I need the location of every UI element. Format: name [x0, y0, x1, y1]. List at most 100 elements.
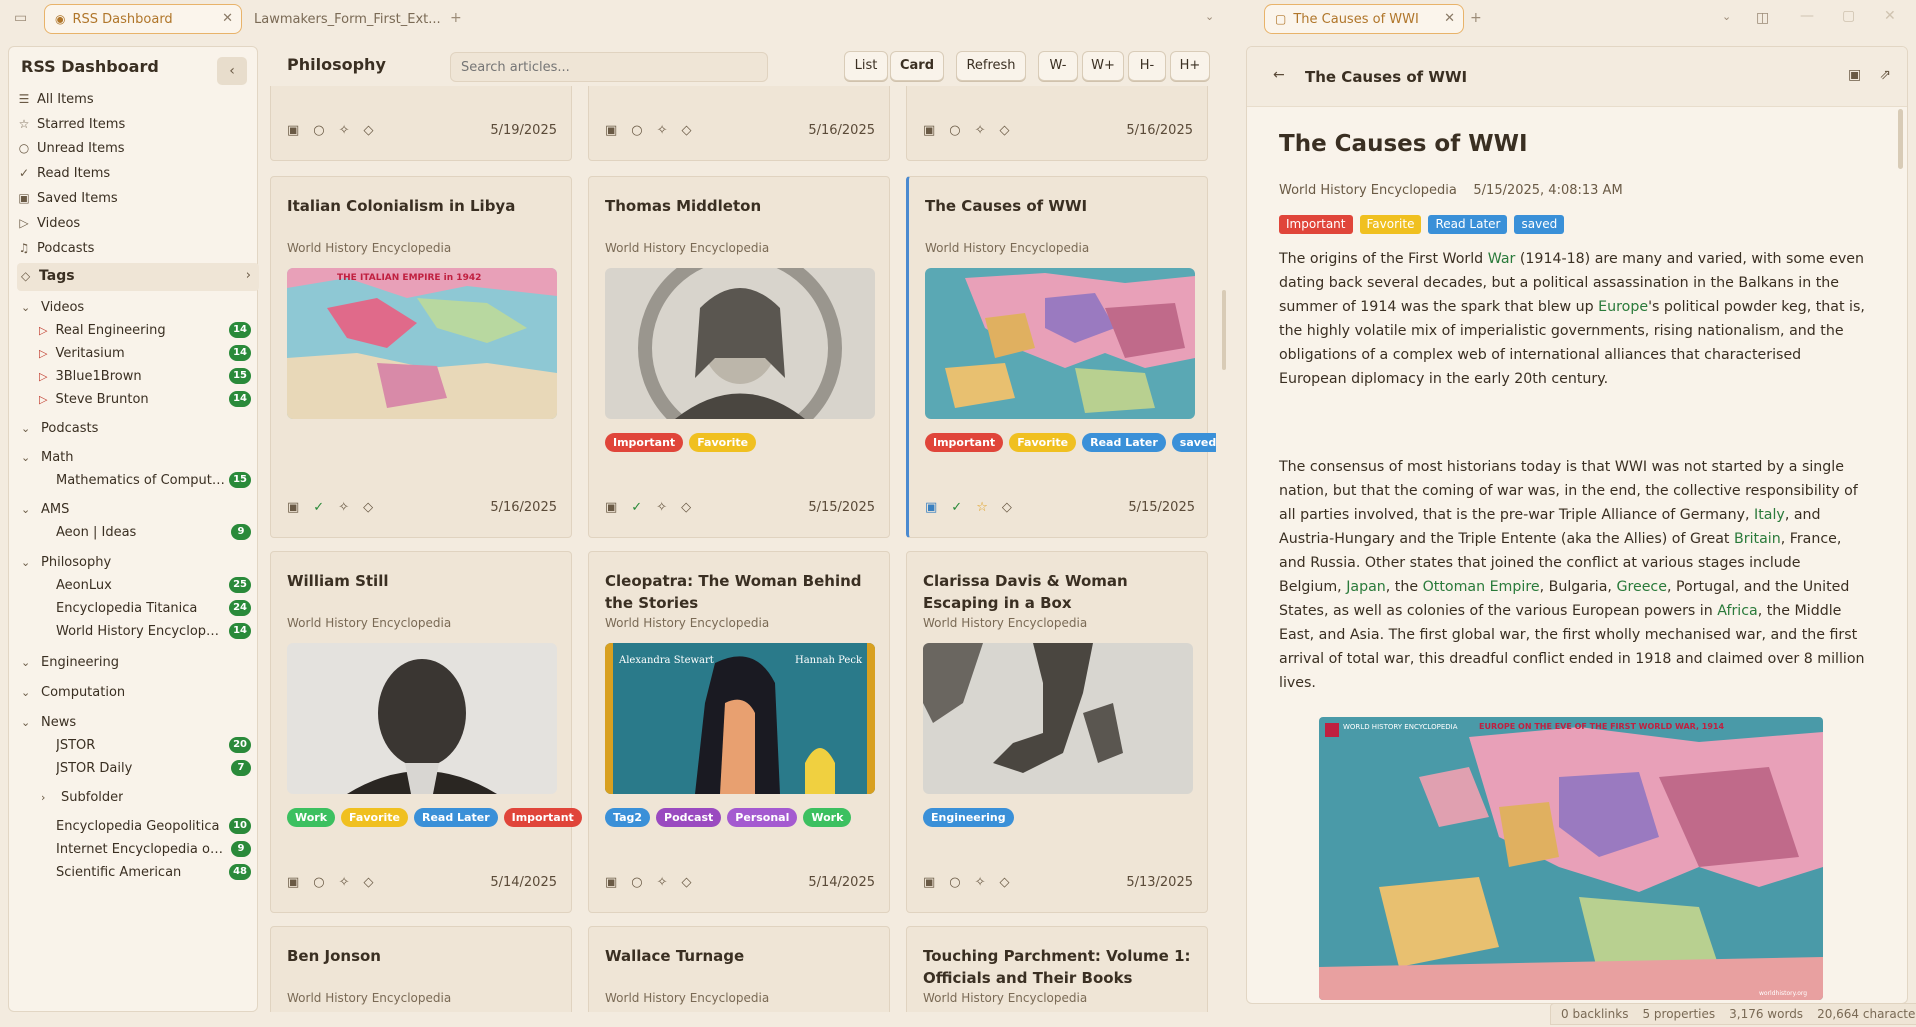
tab-lawmakers-form[interactable]: Lawmakers_Form_First_Ext... — [244, 4, 440, 34]
link-greece[interactable]: Greece — [1616, 579, 1667, 595]
chevron-down-icon[interactable]: ⌄ — [1722, 10, 1731, 23]
width-increase-button[interactable]: W+ — [1082, 51, 1124, 81]
new-tab-icon[interactable]: + — [450, 10, 462, 26]
feed-veritasium[interactable]: ▷ Veritasium 14 — [39, 342, 257, 364]
folder-philosophy[interactable]: ⌄ Philosophy — [21, 551, 111, 573]
tag-engineering[interactable]: Engineering — [923, 808, 1014, 827]
backlinks-count[interactable]: 0 backlinks — [1561, 1007, 1628, 1021]
save-icon[interactable]: ▣ — [1848, 67, 1861, 83]
feed-scientific-american[interactable]: Scientific American 48 — [56, 861, 257, 883]
article-card-wallace-turnage[interactable]: Wallace Turnage World History Encycloped… — [588, 926, 890, 1012]
chevron-down-icon[interactable]: ⌄ — [1205, 10, 1214, 23]
star-icon[interactable]: ☆ — [976, 500, 988, 515]
feed-world-history-encyclopedia[interactable]: World History Encyclopedia 14 — [56, 620, 257, 642]
tag-icon[interactable]: ◇ — [363, 500, 373, 515]
star-icon[interactable]: ✧ — [339, 875, 350, 890]
article-card-cleopatra[interactable]: Cleopatra: The Woman Behind the Stories … — [588, 551, 890, 913]
sidebar-toggle-icon[interactable]: ▭ — [14, 10, 27, 26]
collapse-sidebar-button[interactable]: ‹ — [217, 57, 247, 85]
folder-computation[interactable]: ⌄ Computation — [21, 681, 125, 703]
star-icon[interactable]: ✧ — [657, 123, 668, 138]
tag-favorite[interactable]: Favorite — [341, 808, 408, 827]
tags-header[interactable]: ◇ Tags › — [17, 263, 259, 291]
new-tab-icon[interactable]: + — [1470, 10, 1482, 26]
article-card[interactable]: ▣ ○ ✧ ◇ 5/16/2025 — [906, 86, 1208, 161]
tab-causes-wwi[interactable]: ▢ The Causes of WWI ✕ — [1264, 4, 1464, 34]
article-card[interactable]: ▣ ○ ✧ ◇ 5/19/2025 — [270, 86, 572, 161]
close-window-icon[interactable]: ✕ — [1884, 8, 1896, 24]
tag-favorite[interactable]: Favorite — [1359, 215, 1422, 234]
tag-favorite[interactable]: Favorite — [1009, 433, 1077, 452]
tag-important[interactable]: Important — [503, 808, 582, 827]
scrollbar[interactable] — [1898, 109, 1903, 169]
article-card-william-still[interactable]: William Still World History Encyclopedia… — [270, 551, 582, 913]
close-icon[interactable]: ✕ — [1444, 11, 1455, 26]
tag-saved[interactable]: saved — [1171, 433, 1216, 452]
feed-encyclopedia-geopolitica[interactable]: Encyclopedia Geopolitica 10 — [56, 815, 257, 837]
save-icon[interactable]: ▣ — [923, 123, 935, 138]
folder-podcasts[interactable]: ⌄ Podcasts — [21, 417, 98, 439]
height-decrease-button[interactable]: H- — [1128, 51, 1166, 81]
tag-read-later[interactable]: Read Later — [1082, 433, 1166, 452]
minimize-icon[interactable]: — — [1800, 8, 1814, 24]
sidebar-item-saved[interactable]: ▣ Saved Items — [17, 187, 117, 209]
tag-icon[interactable]: ◇ — [682, 123, 692, 138]
link-japan[interactable]: Japan — [1346, 579, 1386, 595]
read-status-icon[interactable]: ○ — [631, 875, 642, 890]
sidebar-item-starred[interactable]: ☆ Starred Items — [17, 113, 126, 135]
tag-icon[interactable]: ◇ — [682, 875, 692, 890]
feed-math-computation[interactable]: Mathematics of Computa... 15 — [56, 469, 257, 491]
folder-subfolder[interactable]: › Subfolder — [41, 786, 123, 808]
tag-important[interactable]: Important — [605, 433, 684, 452]
close-icon[interactable]: ✕ — [222, 11, 233, 26]
feed-jstor-daily[interactable]: JSTOR Daily 7 — [56, 757, 257, 779]
feed-steve-brunton[interactable]: ▷ Steve Brunton 14 — [39, 388, 257, 410]
read-status-icon[interactable]: ○ — [313, 875, 324, 890]
save-icon[interactable]: ▣ — [287, 875, 299, 890]
folder-math[interactable]: ⌄ Math — [21, 446, 74, 468]
feed-jstor[interactable]: JSTOR 20 — [56, 734, 257, 756]
tag-podcast[interactable]: Podcast — [656, 808, 722, 827]
read-status-icon[interactable]: ○ — [313, 123, 324, 138]
tag-read-later[interactable]: Read Later — [1428, 215, 1508, 234]
save-icon[interactable]: ▣ — [605, 123, 617, 138]
tag-saved[interactable]: saved — [1514, 215, 1565, 234]
external-link-icon[interactable]: ⇗ — [1879, 67, 1891, 83]
back-arrow-icon[interactable]: ← — [1273, 67, 1285, 83]
sidebar-item-podcasts[interactable]: ♫ Podcasts — [17, 237, 95, 259]
save-icon[interactable]: ▣ — [925, 500, 937, 515]
tag-important[interactable]: Important — [925, 433, 1004, 452]
tag-icon[interactable]: ◇ — [364, 123, 374, 138]
link-africa[interactable]: Africa — [1717, 603, 1757, 619]
tag-icon[interactable]: ◇ — [364, 875, 374, 890]
search-input[interactable] — [450, 52, 768, 82]
tag-favorite[interactable]: Favorite — [689, 433, 757, 452]
link-britain[interactable]: Britain — [1734, 531, 1781, 547]
tag-icon[interactable]: ◇ — [1000, 123, 1010, 138]
save-icon[interactable]: ▣ — [605, 875, 617, 890]
card-view-button[interactable]: Card — [890, 51, 944, 81]
star-icon[interactable]: ✧ — [656, 500, 667, 515]
tag-personal[interactable]: Personal — [727, 808, 798, 827]
tag-icon[interactable]: ◇ — [1000, 875, 1010, 890]
sidebar-item-all[interactable]: ☰ All Items — [17, 88, 94, 110]
folder-videos[interactable]: ⌄ Videos — [21, 296, 84, 318]
check-circle-icon[interactable]: ✓ — [951, 500, 962, 515]
article-card-thomas-middleton[interactable]: Thomas Middleton World History Encyclope… — [588, 176, 890, 538]
tag-work[interactable]: Work — [803, 808, 852, 827]
split-view-icon[interactable]: ◫ — [1756, 10, 1769, 26]
tag-icon[interactable]: ◇ — [1002, 500, 1012, 515]
star-icon[interactable]: ✧ — [975, 123, 986, 138]
star-icon[interactable]: ✧ — [657, 875, 668, 890]
article-card-italian-colonialism[interactable]: Italian Colonialism in Libya World Histo… — [270, 176, 572, 538]
folder-engineering[interactable]: ⌄ Engineering — [21, 651, 119, 673]
feed-encyclopedia-titanica[interactable]: Encyclopedia Titanica 24 — [56, 597, 257, 619]
article-card[interactable]: ▣ ○ ✧ ◇ 5/16/2025 — [588, 86, 890, 161]
properties-count[interactable]: 5 properties — [1642, 1007, 1715, 1021]
tag-icon[interactable]: ◇ — [681, 500, 691, 515]
tab-rss-dashboard[interactable]: ◉ RSS Dashboard ✕ — [44, 4, 242, 34]
feed-aeonlux[interactable]: AeonLux 25 — [56, 574, 257, 596]
read-status-icon[interactable]: ○ — [631, 123, 642, 138]
tag-important[interactable]: Important — [1279, 215, 1353, 234]
save-icon[interactable]: ▣ — [287, 123, 299, 138]
